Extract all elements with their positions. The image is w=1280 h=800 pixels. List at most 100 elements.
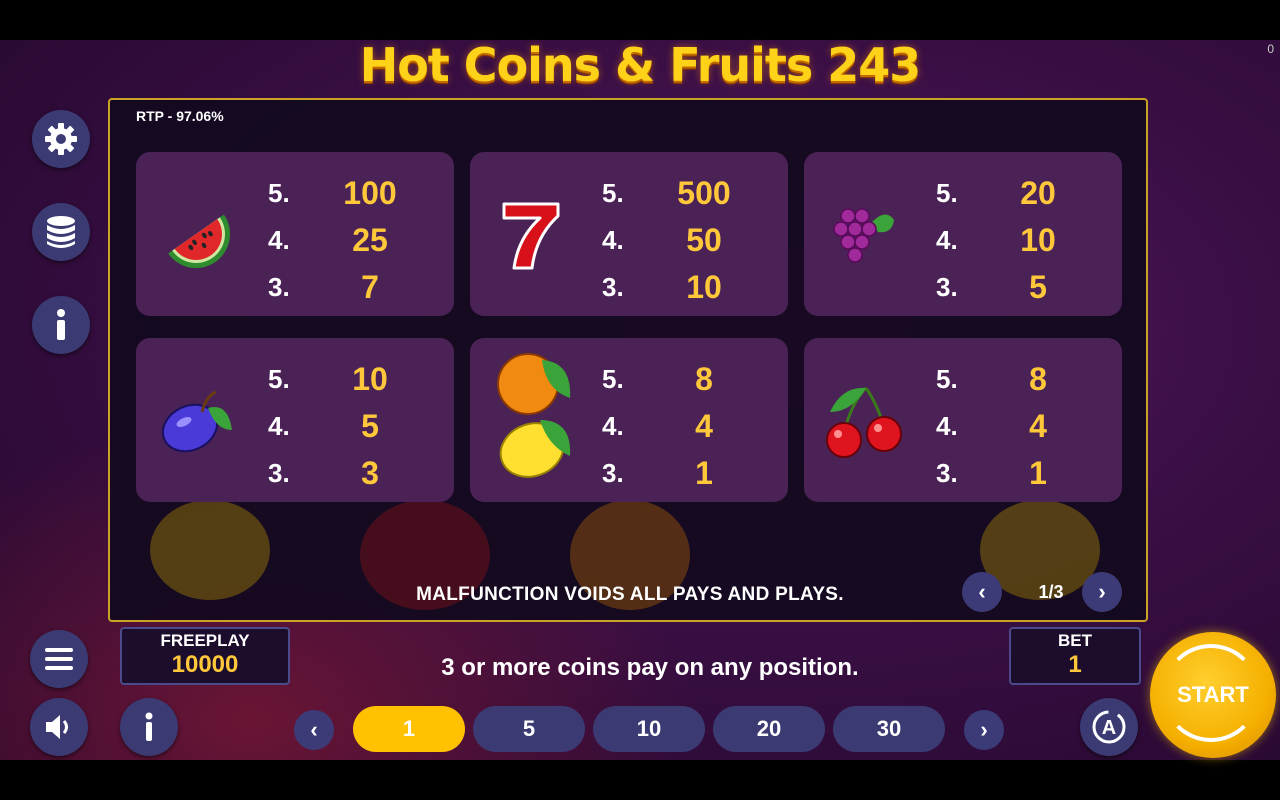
bet-next-button[interactable]: › — [964, 710, 1004, 750]
game-info-button[interactable] — [120, 698, 178, 756]
bet-option-1[interactable]: 1 — [353, 706, 465, 752]
svg-text:A: A — [1102, 717, 1116, 739]
pay-count: 3. — [936, 272, 958, 302]
start-button[interactable]: START — [1150, 632, 1276, 758]
pay-row: 4. 10 — [936, 217, 1086, 264]
pay-list: 5. 8 4. 4 3. 1 — [936, 356, 1086, 497]
bet-option-30[interactable]: 30 — [833, 706, 945, 752]
pay-row: 5. 10 — [268, 356, 418, 403]
bet-option-20[interactable]: 20 — [713, 706, 825, 752]
paytable-panel: RTP - 97.06% 5. 100 4. 25 3. 7 5. 500 4. 50 3… — [108, 98, 1148, 622]
pay-value: 25 — [352, 222, 388, 258]
coins-button[interactable] — [32, 203, 90, 261]
pay-value: 1 — [695, 455, 713, 491]
pay-count: 3. — [936, 458, 958, 488]
bet-prev-button[interactable]: ‹ — [294, 710, 334, 750]
pay-value: 7 — [361, 269, 379, 305]
bet-value: 1 — [1068, 651, 1082, 678]
speaker-icon — [46, 715, 68, 739]
pay-count: 5. — [936, 364, 958, 394]
pay-value: 8 — [1029, 361, 1047, 397]
autoplay-button[interactable]: A — [1080, 698, 1138, 756]
sound-button[interactable] — [30, 698, 88, 756]
seven-icon — [502, 202, 560, 270]
pay-row: 4. 5 — [268, 403, 418, 450]
game-title: Hot Coins & Fruits 243 — [359, 38, 922, 92]
paytable-next-button[interactable]: › — [1082, 572, 1122, 612]
info-button[interactable] — [32, 296, 90, 354]
pay-value: 4 — [695, 408, 713, 444]
pay-count: 5. — [268, 178, 290, 208]
pay-list: 5. 500 4. 50 3. 10 — [602, 170, 752, 311]
settings-button[interactable] — [32, 110, 90, 168]
info-message: 3 or more coins pay on any position. — [441, 654, 859, 681]
pay-list: 5. 10 4. 5 3. 3 — [268, 356, 418, 497]
pay-value: 10 — [1020, 222, 1056, 258]
coin-stack-icon — [47, 216, 75, 248]
pay-row: 3. 10 — [602, 264, 752, 311]
pay-value: 50 — [686, 222, 722, 258]
pay-count: 4. — [602, 411, 624, 441]
autoplay-icon: A — [1092, 710, 1126, 744]
pay-count: 4. — [936, 411, 958, 441]
pay-row: 4. 4 — [936, 403, 1086, 450]
pay-row: 3. 1 — [936, 450, 1086, 497]
gear-icon — [45, 123, 77, 155]
pay-row: 4. 25 — [268, 217, 418, 264]
pay-value: 3 — [361, 455, 379, 491]
menu-button[interactable] — [30, 630, 88, 688]
pay-list: 5. 100 4. 25 3. 7 — [268, 170, 418, 311]
pay-value: 10 — [352, 361, 388, 397]
info-icon — [145, 712, 153, 741]
bet-option-5[interactable]: 5 — [473, 706, 585, 752]
paytable-card-cherry: 5. 8 4. 4 3. 1 — [804, 338, 1122, 502]
pay-value: 4 — [1029, 408, 1047, 444]
pay-value: 5 — [361, 408, 379, 444]
pay-value: 20 — [1020, 175, 1056, 211]
pay-value: 100 — [343, 175, 397, 211]
bet-display: BET 1 — [1009, 627, 1141, 685]
pay-row: 5. 8 — [936, 356, 1086, 403]
pay-row: 3. 5 — [936, 264, 1086, 311]
watermelon-icon — [168, 214, 230, 268]
pay-count: 4. — [268, 225, 290, 255]
pay-row: 3. 1 — [602, 450, 752, 497]
pay-value: 8 — [695, 361, 713, 397]
pay-value: 5 — [1029, 269, 1047, 305]
pay-count: 5. — [602, 364, 624, 394]
paytable-card-grapes: 5. 20 4. 10 3. 5 — [804, 152, 1122, 316]
pay-row: 5. 20 — [936, 170, 1086, 217]
rtp-label: RTP - 97.06% — [136, 108, 224, 124]
grapes-icon — [833, 208, 894, 263]
pay-list: 5. 8 4. 4 3. 1 — [602, 356, 752, 497]
pay-count: 3. — [602, 458, 624, 488]
info-icon — [57, 309, 65, 340]
paytable-page-indicator: 1/3 — [1038, 582, 1064, 602]
bet-option-10[interactable]: 10 — [593, 706, 705, 752]
pay-count: 3. — [268, 272, 290, 302]
pay-count: 5. — [602, 178, 624, 208]
bet-label: BET — [1058, 631, 1092, 650]
pay-value: 1 — [1029, 455, 1047, 491]
pay-value: 500 — [677, 175, 731, 211]
orange-lemon-icon — [497, 353, 571, 478]
cherry-icon — [826, 386, 902, 458]
pay-row: 5. 100 — [268, 170, 418, 217]
paytable-card-seven: 5. 500 4. 50 3. 10 — [470, 152, 788, 316]
pay-count: 4. — [602, 225, 624, 255]
pay-row: 4. 4 — [602, 403, 752, 450]
pay-row: 4. 50 — [602, 217, 752, 264]
paytable-card-orange-lemon: 5. 8 4. 4 3. 1 — [470, 338, 788, 502]
pay-row: 5. 500 — [602, 170, 752, 217]
freeplay-label: FREEPLAY — [160, 631, 250, 650]
pay-count: 3. — [268, 458, 290, 488]
paytable-prev-button[interactable]: ‹ — [962, 572, 1002, 612]
pay-count: 3. — [602, 272, 624, 302]
freeplay-value: 10000 — [171, 651, 239, 678]
pay-value: 10 — [686, 269, 722, 305]
plum-icon — [161, 390, 232, 453]
start-label: START — [1177, 682, 1249, 707]
pay-count: 4. — [936, 225, 958, 255]
freeplay-display: FREEPLAY 10000 — [120, 627, 290, 685]
pay-row: 3. 3 — [268, 450, 418, 497]
